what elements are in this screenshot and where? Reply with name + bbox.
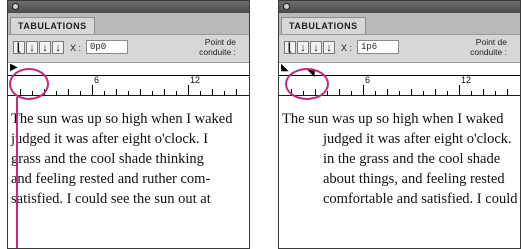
text-line: satisfied. I could see the sun out at bbox=[11, 191, 211, 207]
text-sample: The sun was up so high when I waked judg… bbox=[8, 109, 249, 209]
right-align-tab-icon[interactable]: ↓ bbox=[310, 41, 322, 54]
highlight-circle bbox=[285, 68, 329, 100]
leader-label: Point de conduite : bbox=[470, 37, 507, 57]
close-icon[interactable] bbox=[12, 3, 19, 10]
panel-titlebar[interactable] bbox=[8, 1, 249, 13]
tab-tabulations[interactable]: TABULATIONS bbox=[10, 17, 95, 34]
decimal-align-tab-icon[interactable]: ↓ bbox=[323, 41, 335, 54]
text-sample: The sun was up so high when I waked judg… bbox=[279, 109, 520, 209]
close-icon[interactable] bbox=[283, 3, 290, 10]
left-align-tab-icon[interactable]: ⌊ bbox=[13, 41, 25, 54]
tab-strip: TABULATIONS bbox=[279, 13, 520, 35]
text-line: The sun was up so high when I waked bbox=[11, 111, 233, 127]
text-line: judged it was after eight o'clock. bbox=[323, 131, 512, 147]
text-line: in the grass and the cool shade bbox=[323, 151, 501, 167]
leader-label: Point de conduite : bbox=[199, 37, 236, 57]
text-line: The sun was up so high when I waked bbox=[282, 111, 504, 127]
decimal-align-tab-icon[interactable]: ↓ bbox=[52, 41, 64, 54]
ruler-label-12: 12 bbox=[461, 75, 472, 85]
tab-strip: TABULATIONS bbox=[8, 13, 249, 35]
tabs-panel-right: TABULATIONS ⌊ ↓ ↓ ↓ X : 1p6 Point de con… bbox=[278, 0, 521, 249]
text-line: and feeling rested and ruther com- bbox=[11, 171, 211, 187]
first-line-indent-icon[interactable]: ◣ bbox=[281, 63, 289, 73]
tab-controls: ⌊ ↓ ↓ ↓ X : 1p6 Point de conduite : bbox=[279, 35, 520, 63]
right-align-tab-icon[interactable]: ↓ bbox=[39, 41, 51, 54]
margin-line bbox=[16, 97, 18, 248]
x-label: X : bbox=[341, 43, 353, 53]
x-label: X : bbox=[70, 43, 82, 53]
ruler-label-12: 12 bbox=[190, 75, 201, 85]
tab-controls: ⌊ ↓ ↓ ↓ X : 0p0 Point de conduite : bbox=[8, 35, 249, 63]
ruler-label-6: 6 bbox=[365, 75, 371, 85]
panel-titlebar[interactable] bbox=[279, 1, 520, 13]
center-align-tab-icon[interactable]: ↓ bbox=[297, 41, 309, 54]
ruler-label-6: 6 bbox=[94, 75, 100, 85]
tabs-panel-left: TABULATIONS ⌊ ↓ ↓ ↓ X : 0p0 Point de con… bbox=[7, 0, 250, 249]
left-align-tab-icon[interactable]: ⌊ bbox=[284, 41, 296, 54]
highlight-circle bbox=[9, 68, 49, 100]
text-line: grass and the cool shade thinking bbox=[11, 151, 204, 167]
center-align-tab-icon[interactable]: ↓ bbox=[26, 41, 38, 54]
x-position-field[interactable]: 0p0 bbox=[86, 40, 128, 54]
text-line: about things, and feeling rested bbox=[323, 171, 505, 187]
text-line: judged it was after eight o'clock. I bbox=[11, 131, 209, 147]
tab-tabulations[interactable]: TABULATIONS bbox=[281, 17, 366, 34]
x-position-field[interactable]: 1p6 bbox=[357, 40, 399, 54]
text-line: comfortable and satisfied. I could bbox=[323, 191, 518, 207]
